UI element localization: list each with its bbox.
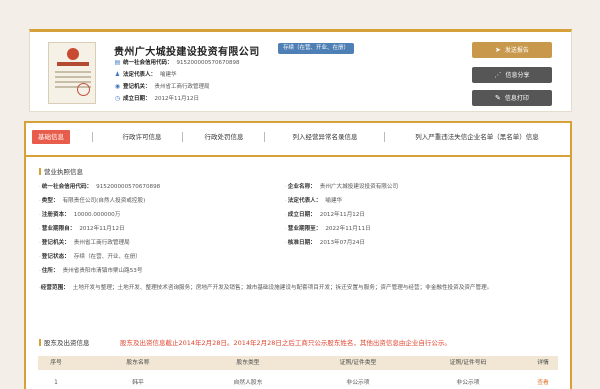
company-header-card: 贵州广大城投建设投资有限公司 存续（在营、开业、在册） ▤ 统一社会信用代码： 91… — [29, 29, 572, 112]
status-badge: 存续（在营、开业、在册） — [278, 43, 355, 54]
company-name: 贵州广大城投建设投资有限公司 — [114, 47, 260, 58]
business-license-section-title: 营业执照信息 — [39, 166, 83, 176]
barcode-icon: ▤ — [114, 59, 121, 66]
location-icon: ◉ — [114, 83, 121, 90]
send-icon: ➤ — [495, 46, 501, 54]
detail-term-from: ·营业期限自： 2012年11月12日 — [39, 226, 125, 232]
legal-rep-row: ♟ 法定代表人： 喻建华 — [114, 71, 177, 78]
shareholders-table-header: 序号 股东名称 股东类型 证照/证件类型 证照/证件号码 详情 — [38, 356, 558, 370]
person-icon: ♟ — [114, 71, 121, 78]
tab-admin-license[interactable]: 行政许可信息 — [112, 130, 172, 144]
shareholders-section-title: 股东及出资信息 — [39, 337, 90, 347]
detail-registration-status: ·登记状态： 存续（在营、开业、在册） — [39, 254, 141, 260]
credit-code-row: ▤ 统一社会信用代码： 915200000570670898 — [114, 59, 240, 66]
print-button[interactable]: ✎ 信息打印 — [472, 90, 552, 106]
established-date-row: ◷ 成立日期： 2012年11月12日 — [114, 95, 200, 102]
national-emblem-icon — [67, 48, 79, 60]
detail-registered-capital: ·注册资本： 10000.000000万 — [39, 212, 121, 218]
send-report-button[interactable]: ➤ 发送报告 — [472, 42, 552, 58]
table-row: 1 韩平 自然人股东 非公示项 非公示项 查看 — [38, 376, 558, 389]
detail-registration-authority: ·登记机关： 贵州省工商行政管理局 — [39, 240, 130, 246]
clock-icon: ◷ — [114, 95, 121, 102]
detail-address: ·住所： 贵州省贵阳市清镇市栗山路53号 — [39, 268, 143, 274]
business-license-thumbnail[interactable] — [48, 42, 96, 104]
info-tabs: 基础信息 行政许可信息 行政处罚信息 列入经营异常名录信息 列入严重违法失信企业… — [26, 123, 570, 157]
share-button[interactable]: ⋰ 信息分享 — [472, 67, 552, 83]
detail-term-to: ·营业期限至： 2022年11月11日 — [285, 226, 371, 232]
detail-type: ·类型： 有限责任公司(自然人投资或控股) — [39, 198, 146, 204]
detail-approval-date: ·核准日期： 2013年07月24日 — [285, 240, 366, 246]
detail-company-name: ·企业名称： 贵州广大城投建设投资有限公司 — [285, 184, 399, 190]
share-icon: ⋰ — [494, 71, 502, 79]
official-stamp-icon — [77, 83, 90, 96]
detail-credit-code: ·统一社会信用代码： 915200000570670898 — [39, 184, 161, 190]
registration-authority-value: 贵州省工商行政管理局 — [154, 84, 210, 90]
tab-abnormal-list[interactable]: 列入经营异常名录信息 — [280, 130, 370, 144]
legal-rep-value: 喻建华 — [160, 72, 177, 78]
established-date-value: 2012年11月12日 — [154, 96, 200, 102]
detail-established: ·成立日期： 2012年11月12日 — [285, 212, 366, 218]
credit-code-value: 915200000570670898 — [176, 60, 240, 66]
business-scope: ·经营范围： 土地开发与整理；土地开发、整理技术咨询服务；房地产开发及销售；城市基… — [39, 285, 493, 291]
pencil-icon: ✎ — [495, 94, 501, 102]
tab-blacklist[interactable]: 列入严重违法失信企业名单（黑名单）信息 — [398, 130, 556, 144]
company-detail-card: 基础信息 行政许可信息 行政处罚信息 列入经营异常名录信息 列入严重违法失信企业… — [24, 121, 572, 389]
tab-basic-info[interactable]: 基础信息 — [32, 130, 70, 144]
tab-admin-penalty[interactable]: 行政处罚信息 — [194, 130, 254, 144]
view-detail-link[interactable]: 查看 — [528, 376, 558, 389]
detail-legal-rep: ·法定代表人： 喻建华 — [285, 198, 343, 204]
shareholders-notice: 股东及出资信息截止2014年2月28日。2014年2月28日之后工商只公示股东姓… — [120, 339, 451, 347]
registration-authority-row: ◉ 登记机关： 贵州省工商行政管理局 — [114, 83, 210, 90]
